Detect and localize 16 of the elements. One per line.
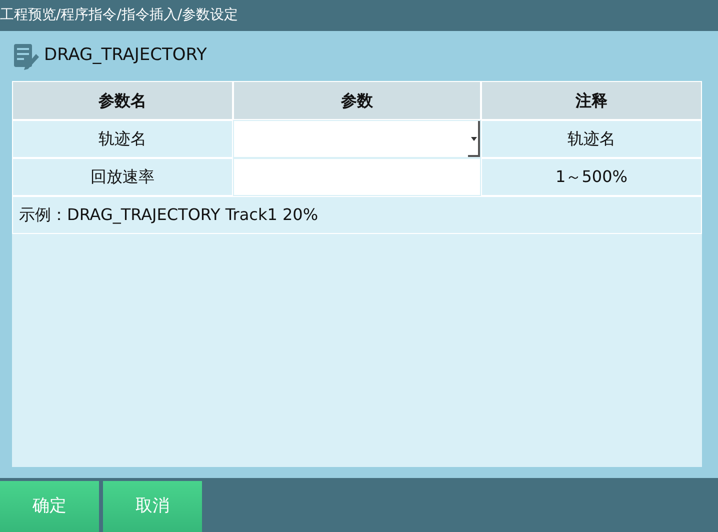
cancel-button[interactable]: 取消 xyxy=(103,481,202,532)
document-edit-icon xyxy=(12,42,40,70)
caret-icon xyxy=(471,137,477,141)
dropdown-field[interactable] xyxy=(233,120,481,158)
column-header: 注释 xyxy=(481,81,702,120)
table-cell: 1～500% xyxy=(481,158,702,196)
table-cell: 轨迹名 xyxy=(12,120,233,158)
confirm-button[interactable]: 确定 xyxy=(0,481,99,532)
column-header: 参数 xyxy=(233,81,481,120)
table-cell: 回放速率 xyxy=(12,158,233,196)
column-header: 参数名 xyxy=(12,81,233,120)
table-cell: 轨迹名 xyxy=(481,120,702,158)
breadcrumb: 工程预览/程序指令/指令插入/参数设定 xyxy=(0,0,718,31)
example-text: 示例：DRAG_TRAJECTORY Track1 20% xyxy=(12,196,702,234)
input-field[interactable] xyxy=(233,158,481,196)
instruction-title: DRAG_TRAJECTORY xyxy=(44,44,207,68)
